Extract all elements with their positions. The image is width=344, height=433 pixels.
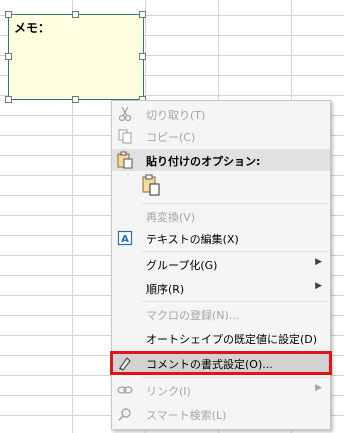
menu-item-order[interactable]: 順序(R) ▶ [112,277,330,299]
resize-handle-bottom[interactable] [72,96,79,103]
resize-handle-top-left[interactable] [5,11,12,18]
menu-item-assign-macro[interactable]: マクロの登録(N)... [112,303,330,325]
clipboard-icon [116,151,134,169]
menu-item-cut[interactable]: 切り取り(T) [112,103,330,125]
menu-item-label: マクロの登録(N)... [146,309,240,322]
menu-item-label: テキストの編集(X) [146,233,239,246]
comment-text[interactable]: メモ： [14,19,50,36]
context-menu: 切り取り(T) コピー(C) 貼り付けのオプション: 再変換(V) A テキスト… [110,100,332,430]
menu-separator [142,251,328,252]
menu-item-label: グループ化(G) [146,259,218,272]
menu-item-format-comment[interactable]: コメントの書式設定(O)... [110,351,332,375]
submenu-arrow-icon: ▶ [315,281,322,291]
menu-item-set-default-shape[interactable]: オートシェイプの既定値に設定(D) [112,327,330,349]
resize-handle-left[interactable] [5,53,12,60]
menu-item-copy[interactable]: コピー(C) [112,125,330,147]
paste-options-header: 貼り付けのオプション: [112,149,330,171]
menu-separator [142,203,328,204]
menu-item-label: コメントの書式設定(O)... [146,358,273,371]
menu-item-reconvert[interactable]: 再変換(V) [112,205,330,227]
menu-item-group[interactable]: グループ化(G) ▶ [112,253,330,275]
copy-icon [116,127,134,145]
menu-item-label: コピー(C) [146,131,196,144]
paste-button[interactable] [140,173,170,199]
menu-item-smart-lookup[interactable]: スマート検索(L) [112,403,330,425]
menu-item-label: 再変換(V) [146,211,196,224]
resize-handle-top[interactable] [72,11,79,18]
menu-item-edit-text[interactable]: A テキストの編集(X) [112,227,330,249]
submenu-arrow-icon: ▶ [315,257,322,267]
menu-item-label: 切り取り(T) [146,109,206,122]
menu-item-label: リンク(I) [146,385,191,398]
submenu-arrow-icon: ▶ [315,383,322,393]
edit-text-icon: A [116,229,134,247]
menu-item-label: オートシェイプの既定値に設定(D) [146,333,318,346]
svg-text:A: A [121,234,129,245]
resize-handle-right[interactable] [139,53,146,60]
menu-item-label: 貼り付けのオプション: [146,155,261,168]
menu-item-label: スマート検索(L) [146,409,227,422]
search-icon [116,405,134,423]
menu-item-link[interactable]: リンク(I) ▶ [112,379,330,401]
format-comment-icon [116,354,134,372]
comment-box[interactable]: メモ： [5,11,146,103]
resize-handle-top-right[interactable] [139,11,146,18]
menu-separator [142,301,328,302]
scissors-icon [116,105,134,123]
menu-item-label: 順序(R) [146,283,185,296]
resize-handle-bottom-left[interactable] [5,96,12,103]
menu-separator [142,377,328,378]
link-icon [116,381,134,399]
comment-body[interactable]: メモ： [8,14,144,100]
